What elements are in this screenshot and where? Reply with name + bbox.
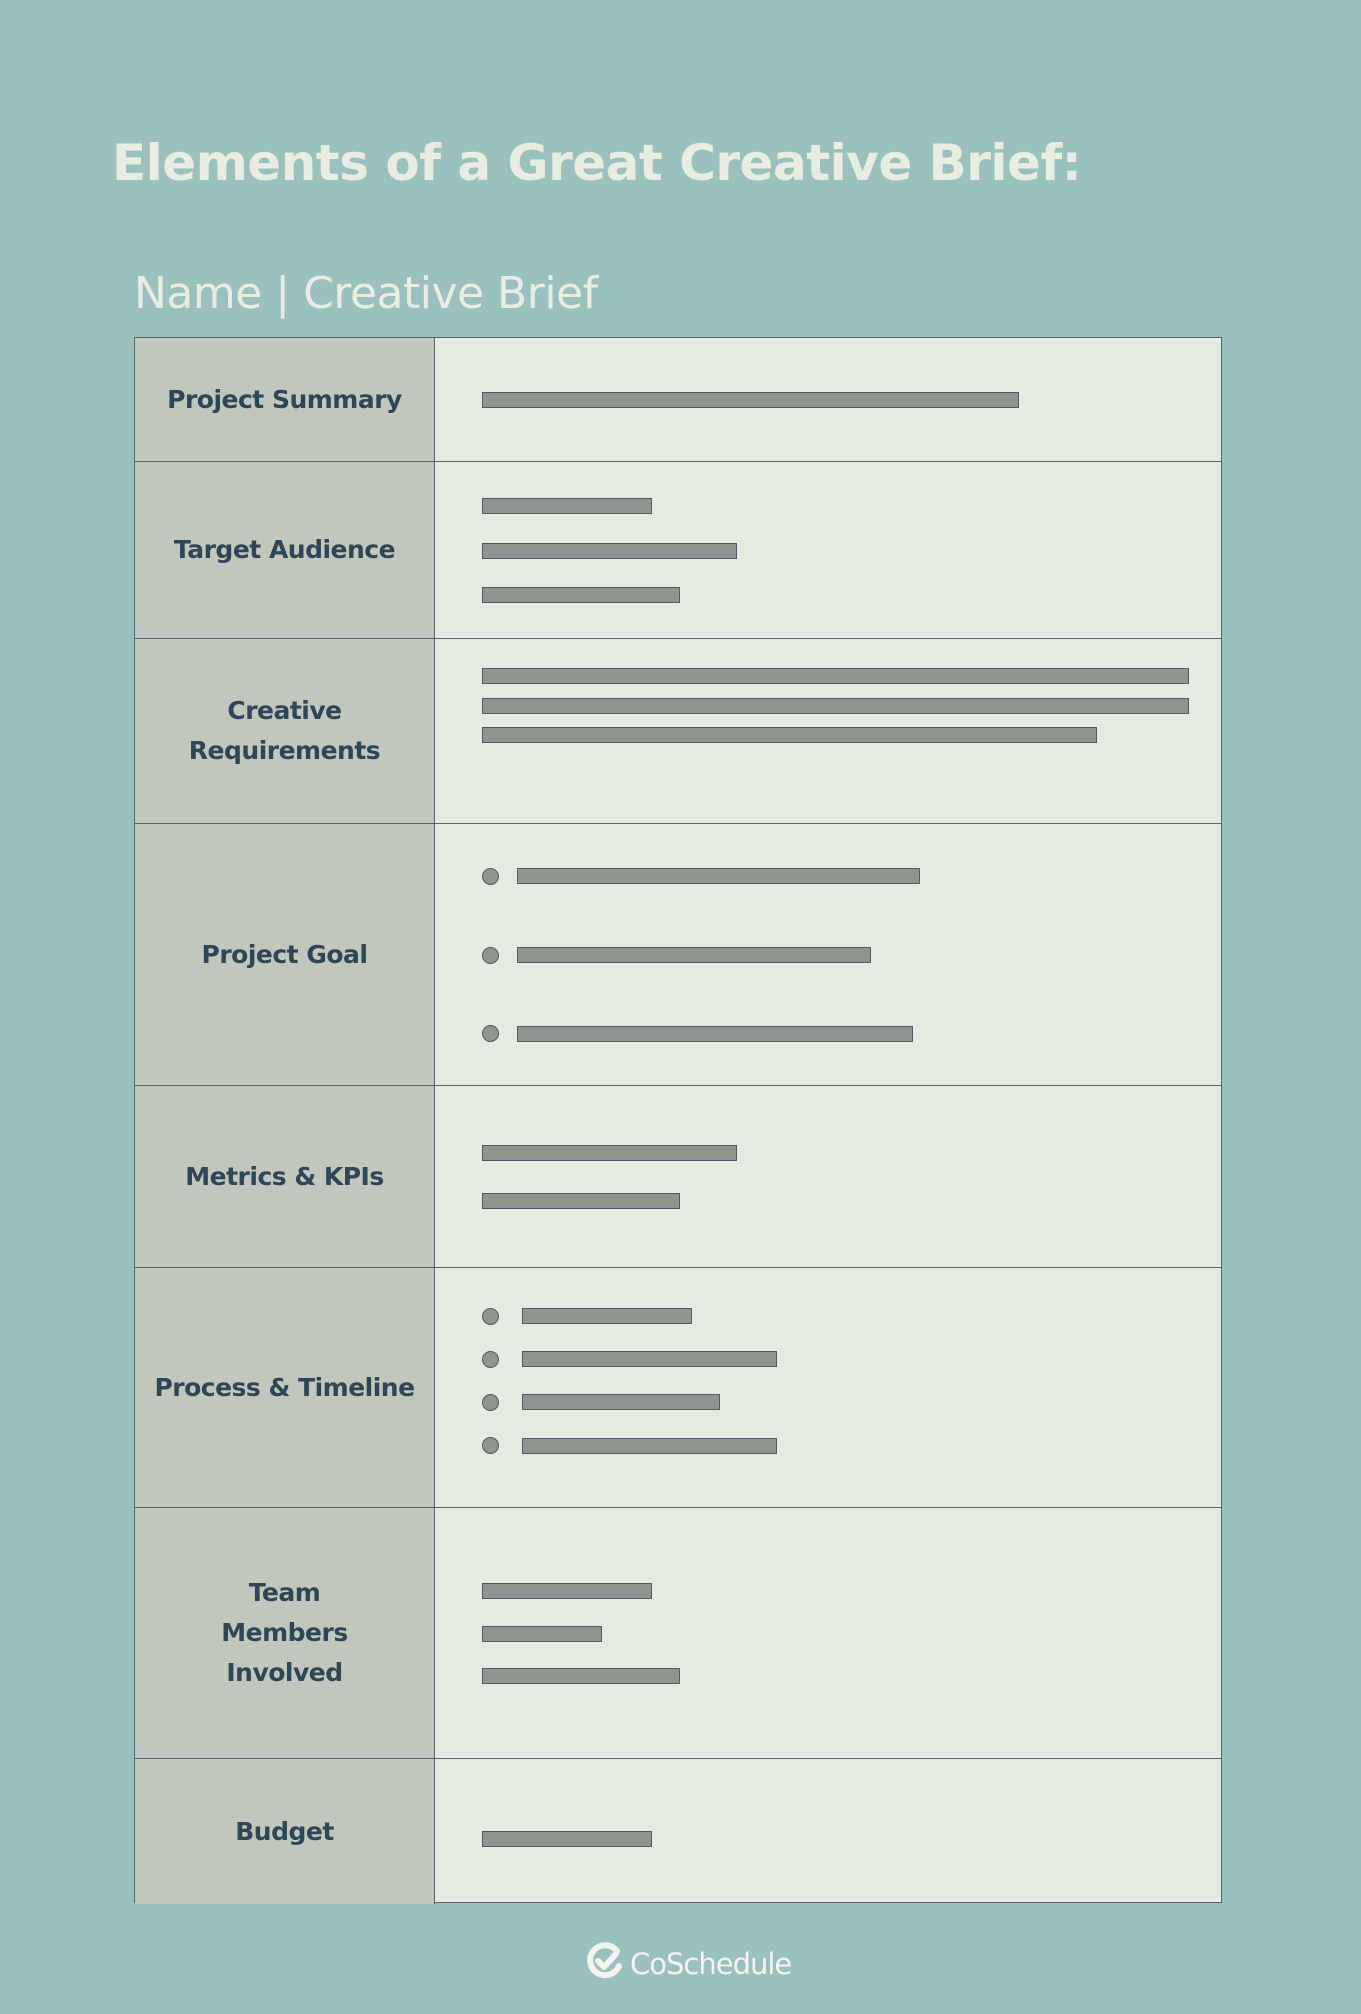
- row-label: Process & Timeline: [154, 1372, 415, 1402]
- row-label-cell: Process & Timeline: [135, 1268, 435, 1507]
- placeholder-text-line: [482, 727, 1097, 744]
- placeholder-text-line: [517, 868, 920, 885]
- row-label-cell: Metrics & KPIs: [135, 1086, 435, 1267]
- placeholder-text-line: [482, 1145, 737, 1162]
- placeholder-text-line: [482, 1192, 680, 1209]
- row-label: Project Goal: [201, 939, 368, 969]
- row-label: Creative Requirements: [188, 696, 381, 765]
- brief-subtitle: Name | Creative Brief: [134, 268, 598, 319]
- row-label-cell: Target Audience: [135, 462, 435, 638]
- table-row: Target Audience: [135, 461, 1221, 638]
- table-row: Process & Timeline: [135, 1267, 1221, 1507]
- row-content-cell: [435, 1508, 1221, 1758]
- bullet-icon: [482, 1437, 499, 1455]
- placeholder-text-line: [482, 1668, 680, 1685]
- row-content-cell: [435, 338, 1221, 461]
- creative-brief-table: Project Summary Target Audience Creative R…: [134, 337, 1222, 1904]
- row-label-cell: Creative Requirements: [135, 639, 435, 823]
- row-content-cell: [435, 824, 1221, 1085]
- row-label: Target Audience: [173, 535, 396, 564]
- row-label-cell: Project Summary: [135, 338, 435, 461]
- row-label: Team Members Involved: [221, 1578, 348, 1687]
- placeholder-text-line: [482, 542, 737, 559]
- placeholder-text-line: [482, 391, 1019, 408]
- placeholder-text-line: [522, 1308, 692, 1324]
- bullet-icon: [482, 1393, 499, 1411]
- coschedule-check-icon: [586, 1942, 624, 1985]
- table-row: Project Goal: [135, 823, 1221, 1085]
- row-label-cell: Team Members Involved: [135, 1508, 435, 1758]
- table-row: Budget: [135, 1758, 1221, 1904]
- table-row: Team Members Involved: [135, 1507, 1221, 1758]
- row-content-cell: [435, 462, 1221, 638]
- row-content-cell: [435, 1268, 1221, 1507]
- coschedule-logo: CoSchedule: [586, 1942, 792, 1985]
- row-label: Metrics & KPIs: [185, 1161, 384, 1191]
- bullet-icon: [482, 946, 499, 964]
- table-row: Project Summary: [135, 338, 1221, 461]
- bullet-icon: [482, 1025, 499, 1043]
- row-label: Budget: [235, 1816, 334, 1846]
- placeholder-text-line: [482, 498, 652, 515]
- placeholder-text-line: [482, 586, 680, 603]
- placeholder-text-line: [522, 1351, 777, 1368]
- row-label: Project Summary: [167, 384, 402, 414]
- row-label-cell: Budget: [135, 1759, 435, 1904]
- placeholder-text-line: [517, 1025, 913, 1042]
- bullet-icon: [482, 1350, 499, 1368]
- placeholder-text-line: [482, 668, 1189, 684]
- placeholder-text-line: [482, 697, 1189, 714]
- placeholder-text-line: [522, 1437, 777, 1454]
- placeholder-text-line: [522, 1394, 720, 1411]
- table-row: Metrics & KPIs: [135, 1085, 1221, 1267]
- brand-name: CoSchedule: [630, 1946, 792, 1981]
- placeholder-text-line: [482, 1582, 652, 1599]
- page-title: Elements of a Great Creative Brief:: [112, 134, 1082, 192]
- row-content-cell: [435, 1086, 1221, 1267]
- row-label-cell: Project Goal: [135, 824, 435, 1085]
- row-content-cell: [435, 639, 1221, 823]
- bullet-icon: [482, 867, 499, 885]
- placeholder-text-line: [482, 1831, 652, 1848]
- row-content-cell: [435, 1759, 1221, 1904]
- placeholder-text-line: [517, 947, 871, 963]
- table-row: Creative Requirements: [135, 638, 1221, 823]
- bullet-icon: [482, 1307, 499, 1325]
- placeholder-text-line: [482, 1625, 602, 1642]
